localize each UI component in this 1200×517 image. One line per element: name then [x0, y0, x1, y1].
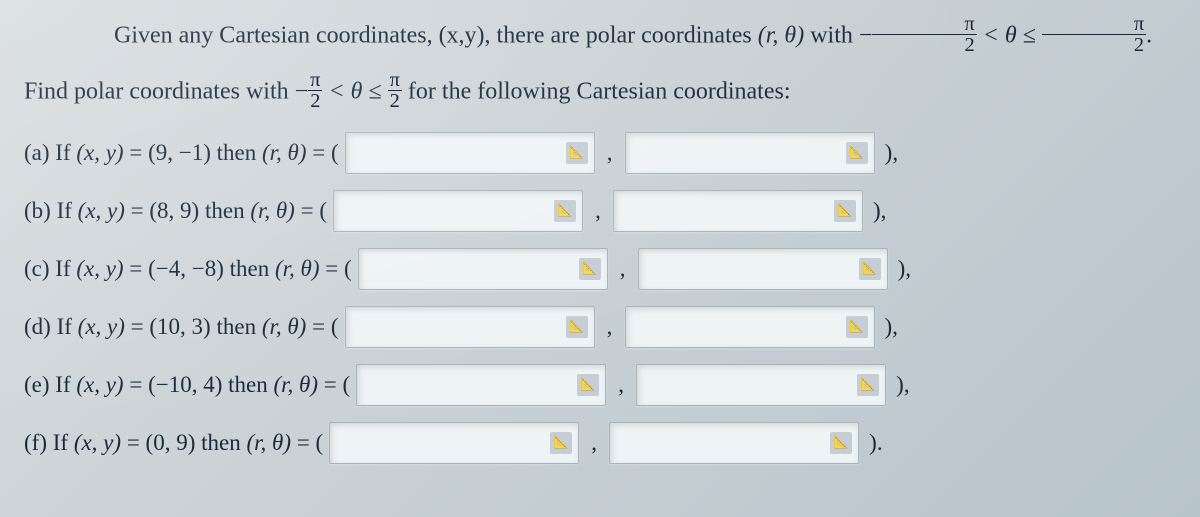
tail-d: ),: [885, 314, 898, 340]
problem-intro-line-2: Find polar coordinates with −π2 < θ ≤ π2…: [24, 72, 1176, 114]
item-lead-e: (e) If (x, y) = (−10, 4) then (r, θ) = (: [24, 372, 350, 398]
polar-coord-symbol: (r, θ): [758, 22, 804, 48]
formula-hint-icon[interactable]: 📐: [577, 374, 599, 396]
frac-pi-over-2-left-2: π2: [308, 70, 322, 112]
item-row-d: (d) If (x, y) = (10, 3) then (r, θ) = ( …: [24, 298, 1176, 356]
formula-hint-icon[interactable]: 📐: [554, 200, 576, 222]
formula-hint-icon[interactable]: 📐: [846, 142, 868, 164]
comma-b: ,: [589, 198, 607, 224]
frac-pi-over-2-right: π2: [1042, 14, 1146, 56]
formula-hint-icon[interactable]: 📐: [834, 200, 856, 222]
formula-hint-icon[interactable]: 📐: [566, 316, 588, 338]
frac-pi-over-2-right-2: π2: [388, 70, 402, 112]
input-theta-e[interactable]: 📐: [636, 364, 886, 406]
item-lead-b: (b) If (x, y) = (8, 9) then (r, θ) = (: [24, 198, 327, 224]
item-lead-f: (f) If (x, y) = (0, 9) then (r, θ) = (: [24, 430, 323, 456]
comma-a: ,: [601, 140, 619, 166]
formula-hint-icon[interactable]: 📐: [857, 374, 879, 396]
item-row-f: (f) If (x, y) = (0, 9) then (r, θ) = ( 📐…: [24, 414, 1176, 472]
formula-hint-icon[interactable]: 📐: [846, 316, 868, 338]
tail-c: ),: [898, 256, 911, 282]
tail-f: ).: [869, 430, 882, 456]
input-theta-c[interactable]: 📐: [638, 248, 888, 290]
input-r-d[interactable]: 📐: [345, 306, 595, 348]
item-row-e: (e) If (x, y) = (−10, 4) then (r, θ) = (…: [24, 356, 1176, 414]
input-r-c[interactable]: 📐: [358, 248, 608, 290]
item-row-a: (a) If (x, y) = (9, −1) then (r, θ) = ( …: [24, 124, 1176, 182]
problem-intro-line-1: Given any Cartesian coordinates, (x,y), …: [24, 16, 1176, 58]
range-minus: −: [859, 22, 873, 48]
formula-hint-icon[interactable]: 📐: [579, 258, 601, 280]
intro-text-1b: with: [804, 22, 859, 48]
input-theta-d[interactable]: 📐: [625, 306, 875, 348]
input-r-b[interactable]: 📐: [333, 190, 583, 232]
formula-hint-icon[interactable]: 📐: [550, 432, 572, 454]
comma-d: ,: [601, 314, 619, 340]
range-minus-2: −: [295, 78, 309, 104]
item-row-c: (c) If (x, y) = (−4, −8) then (r, θ) = (…: [24, 240, 1176, 298]
formula-hint-icon[interactable]: 📐: [566, 142, 588, 164]
intro-text-2b: for the following Cartesian coordinates:: [402, 78, 791, 104]
tail-e: ),: [896, 372, 909, 398]
item-row-b: (b) If (x, y) = (8, 9) then (r, θ) = ( 📐…: [24, 182, 1176, 240]
range-mid-2: < θ ≤: [322, 78, 387, 104]
item-lead-d: (d) If (x, y) = (10, 3) then (r, θ) = (: [24, 314, 339, 340]
comma-e: ,: [612, 372, 630, 398]
intro-text-2a: Find polar coordinates with: [24, 78, 295, 104]
item-lead-c: (c) If (x, y) = (−4, −8) then (r, θ) = (: [24, 256, 352, 282]
input-theta-a[interactable]: 📐: [625, 132, 875, 174]
input-theta-b[interactable]: 📐: [613, 190, 863, 232]
intro-text-1a: Given any Cartesian coordinates, (x,y), …: [114, 22, 758, 48]
formula-hint-icon[interactable]: 📐: [830, 432, 852, 454]
input-theta-f[interactable]: 📐: [609, 422, 859, 464]
input-r-f[interactable]: 📐: [329, 422, 579, 464]
tail-a: ),: [885, 140, 898, 166]
item-lead-a: (a) If (x, y) = (9, −1) then (r, θ) = (: [24, 140, 339, 166]
frac-pi-over-2-left: π2: [872, 14, 976, 56]
intro-end-dot: .: [1146, 22, 1152, 48]
comma-f: ,: [585, 430, 603, 456]
range-mid: < θ ≤: [977, 22, 1042, 48]
input-r-a[interactable]: 📐: [345, 132, 595, 174]
tail-b: ),: [873, 198, 886, 224]
formula-hint-icon[interactable]: 📐: [859, 258, 881, 280]
comma-c: ,: [614, 256, 632, 282]
input-r-e[interactable]: 📐: [356, 364, 606, 406]
